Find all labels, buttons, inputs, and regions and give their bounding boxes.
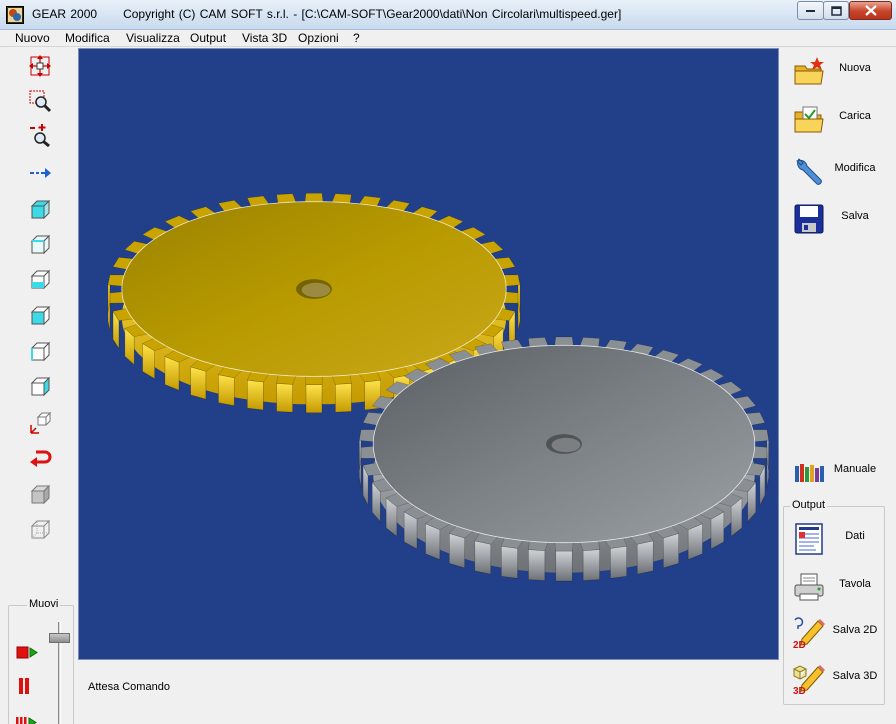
menu-visualizza[interactable]: Visualizza [126, 31, 180, 45]
menu-bar: Nuovo Modifica Visualizza Output Vista 3… [0, 30, 896, 47]
modifica-label: Modifica [834, 162, 876, 174]
pan-icon[interactable] [28, 54, 52, 78]
view-cube-side-icon[interactable] [28, 268, 52, 292]
speed-slider-thumb[interactable] [49, 633, 70, 644]
dati-button[interactable]: Dati [790, 518, 886, 558]
carica-button[interactable]: Carica [790, 98, 886, 138]
menu-output[interactable]: Output [190, 31, 226, 45]
3d-viewport[interactable] [78, 48, 779, 660]
window-title: GEAR 2000 Copyright (C) CAM SOFT s.r.l. … [32, 7, 622, 21]
document-icon [792, 522, 826, 556]
status-text: Attesa Comando [88, 681, 170, 693]
menu-modifica[interactable]: Modifica [65, 31, 110, 45]
salva-2d-label: Salva 2D [832, 624, 878, 636]
menu-vista-3d[interactable]: Vista 3D [242, 31, 287, 45]
undo-icon[interactable] [28, 446, 52, 470]
cube-wire-icon[interactable] [28, 518, 52, 542]
close-button[interactable] [849, 1, 892, 20]
salva-button[interactable]: Salva [790, 198, 886, 238]
play-icon[interactable] [15, 640, 39, 664]
nuova-label: Nuova [839, 62, 871, 74]
salva-3d-label: Salva 3D [832, 670, 878, 682]
view-cube-iso-icon[interactable] [28, 304, 52, 328]
pencil-3d-icon: 3D [792, 662, 826, 696]
menu-help[interactable]: ? [353, 31, 360, 45]
arrow-right-icon[interactable] [28, 161, 52, 185]
minimize-icon [805, 9, 815, 12]
left-toolbar: Muovi [0, 48, 78, 724]
manuale-button[interactable]: Manuale [790, 451, 886, 491]
view-cube-front-icon[interactable] [28, 233, 52, 257]
menu-nuovo[interactable]: Nuovo [15, 31, 50, 45]
modifica-button[interactable]: Modifica [790, 150, 886, 190]
zoom-in-out-icon[interactable] [28, 123, 52, 147]
salva-label: Salva [841, 210, 869, 222]
dati-label: Dati [845, 530, 865, 542]
floppy-disk-icon [792, 202, 826, 236]
pause-icon[interactable] [13, 674, 37, 698]
view-cube-top-icon[interactable] [28, 198, 52, 222]
nuova-button[interactable]: Nuova [790, 50, 886, 90]
carica-label: Carica [839, 110, 871, 122]
move-group: Muovi [8, 598, 74, 724]
axes-icon[interactable] [28, 411, 52, 435]
cube-solid-icon[interactable] [28, 483, 52, 507]
minimize-button[interactable] [797, 1, 824, 20]
output-group-label: Output [790, 499, 828, 511]
svg-text:3D: 3D [793, 686, 806, 695]
open-folder-icon [792, 102, 826, 136]
move-group-label: Muovi [27, 598, 61, 610]
fast-forward-icon[interactable] [15, 710, 39, 724]
manuale-label: Manuale [833, 463, 877, 475]
maximize-button[interactable] [823, 1, 849, 20]
salva-3d-button[interactable]: 3D Salva 3D [790, 658, 886, 698]
pencil-2d-icon: 2D [792, 616, 826, 650]
zoom-window-icon[interactable] [28, 89, 52, 113]
wrench-icon [792, 154, 826, 188]
books-icon [792, 455, 826, 489]
new-folder-icon [792, 54, 826, 88]
tavola-button[interactable]: Tavola [790, 566, 886, 606]
close-icon [864, 5, 877, 16]
view-cube-right-icon[interactable] [28, 375, 52, 399]
gear-app-icon[interactable] [6, 6, 24, 24]
menu-opzioni[interactable]: Opzioni [298, 31, 339, 45]
app-window: GEAR 2000 Copyright (C) CAM SOFT s.r.l. … [0, 0, 896, 724]
svg-text:2D: 2D [793, 640, 806, 649]
title-bar[interactable]: GEAR 2000 Copyright (C) CAM SOFT s.r.l. … [0, 0, 896, 30]
maximize-icon [830, 5, 842, 16]
salva-2d-button[interactable]: 2D Salva 2D [790, 612, 886, 652]
gray-gear [358, 336, 770, 582]
tavola-label: Tavola [839, 578, 871, 590]
view-cube-left-icon[interactable] [28, 340, 52, 364]
gear-3d-render [107, 193, 770, 582]
printer-icon [792, 570, 826, 604]
